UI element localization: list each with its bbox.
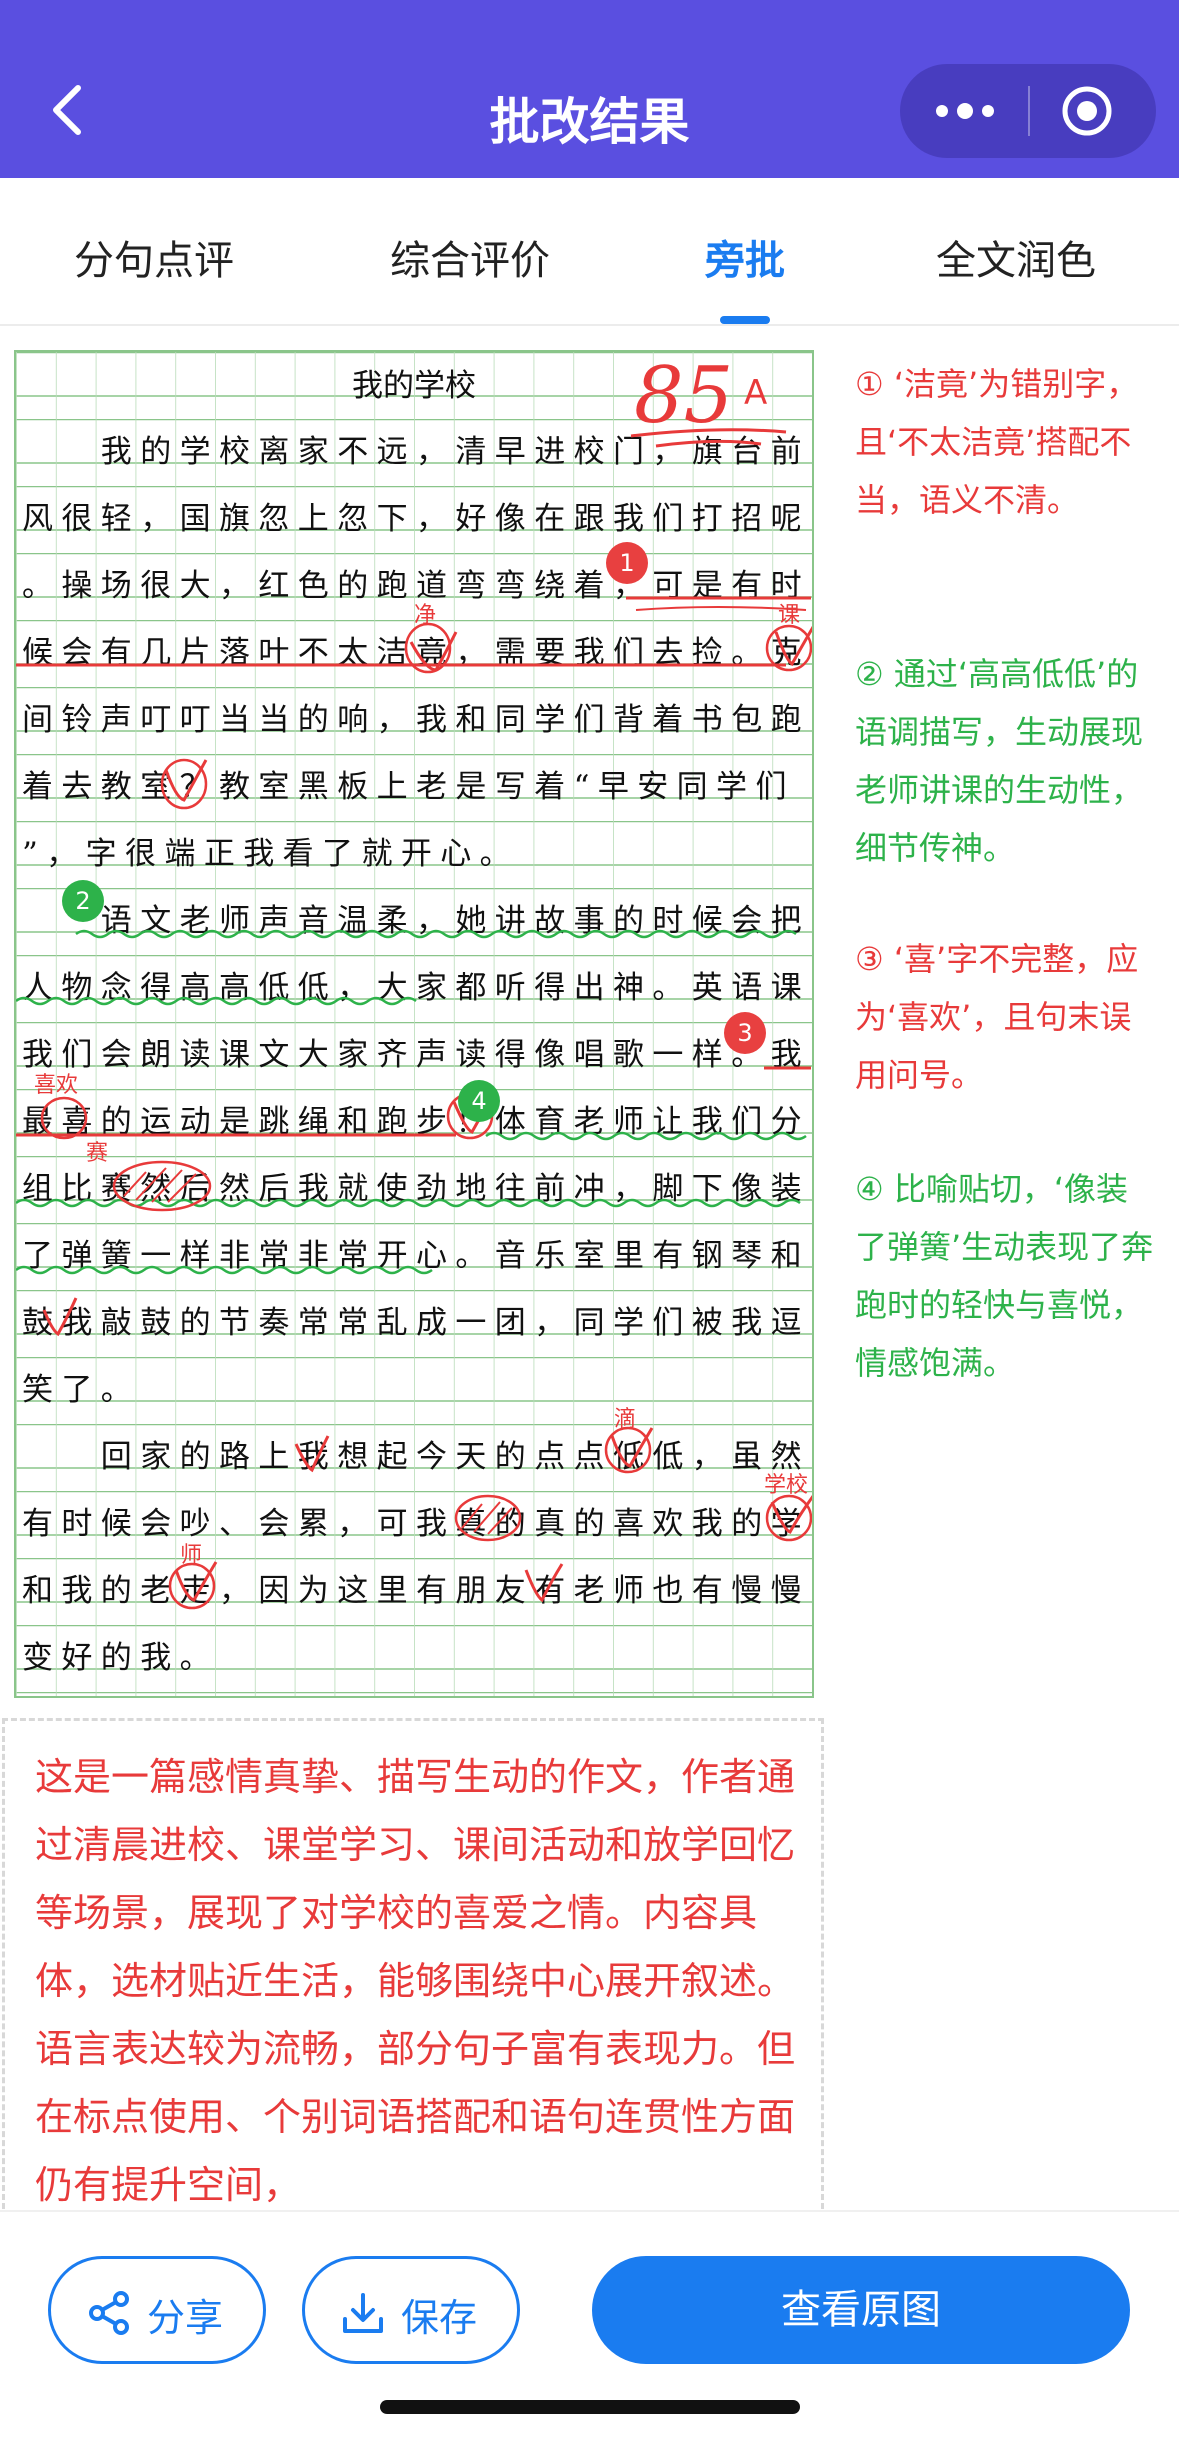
more-icon[interactable] [930,86,1000,136]
correction-shi: 师 [180,1543,202,1568]
summary-text: 这是一篇感情真挚、描写生动的作文，作者通过清晨进校、课堂学习、课间活动和放学回忆… [35,1755,796,2207]
header-bar: 批改结果 [0,0,1179,178]
view-original-button[interactable]: 查看原图 [592,2256,1130,2364]
save-label: 保存 [401,2296,478,2340]
score-grade: A [744,373,767,413]
score-value: 85 [634,352,733,441]
capsule-divider [1028,86,1030,136]
side-comment-2: ② 通过‘高高低低’的语调描写，生动展现老师讲课的生动性，细节传神。 [855,655,1144,867]
save-button[interactable]: 保存 [302,2256,520,2364]
download-icon [343,2293,383,2333]
correction-xihuan: 喜欢 [34,1073,78,1098]
summary-panel: 这是一篇感情真挚、描写生动的作文，作者通过清晨进校、课堂学习、课间活动和放学回忆… [2,1718,824,2218]
side-comment-1: ① ‘洁竟’为错别字，且‘不太洁竟’搭配不当，语义不清。 [855,365,1139,519]
share-icon [89,2291,129,2335]
correction-xuexiao: 学校 [764,1473,808,1498]
correction-jing: 净 [414,603,436,628]
tab-overall-evaluation[interactable]: 综合评价 [390,228,550,286]
tab-side-notes[interactable]: 旁批 [705,228,785,286]
active-tab-indicator [720,316,770,324]
annotation-badge-2[interactable]: 2 [62,880,104,922]
tab-sentence-review[interactable]: 分句点评 [74,228,234,286]
essay-paper[interactable]: 我的学校 我的学校离家不远，清早进校门，旗台前 风很轻，国旗忽上忽下，好像在跟我… [14,350,814,1698]
home-indicator [380,2400,800,2414]
share-button[interactable]: 分享 [48,2256,266,2364]
correction-di: 滴 [614,1407,636,1432]
side-comment-3: ③ ‘喜’字不完整，应为‘喜欢’，且句末误用问号。 [855,940,1139,1094]
correction-marks: 85 A 净 课 喜欢 赛 滴 学校 师 [16,352,812,1610]
annotation-badge-3[interactable]: 3 [724,1012,766,1054]
mini-program-capsule [900,64,1156,158]
tab-bar: 分句点评 综合评价 旁批 全文润色 [0,178,1179,326]
annotation-badge-4[interactable]: 4 [458,1080,500,1122]
correction-ke: 课 [778,603,800,628]
share-label: 分享 [147,2296,224,2340]
correction-sai: 赛 [86,1141,108,1166]
tab-full-polish[interactable]: 全文润色 [936,228,1096,286]
side-comment-4: ④ 比喻贴切，‘像装了弹簧’生动表现了奔跑时的轻快与喜悦，情感饱满。 [855,1170,1154,1382]
close-target-icon[interactable] [1060,84,1114,138]
annotation-badge-1[interactable]: 1 [606,542,648,584]
